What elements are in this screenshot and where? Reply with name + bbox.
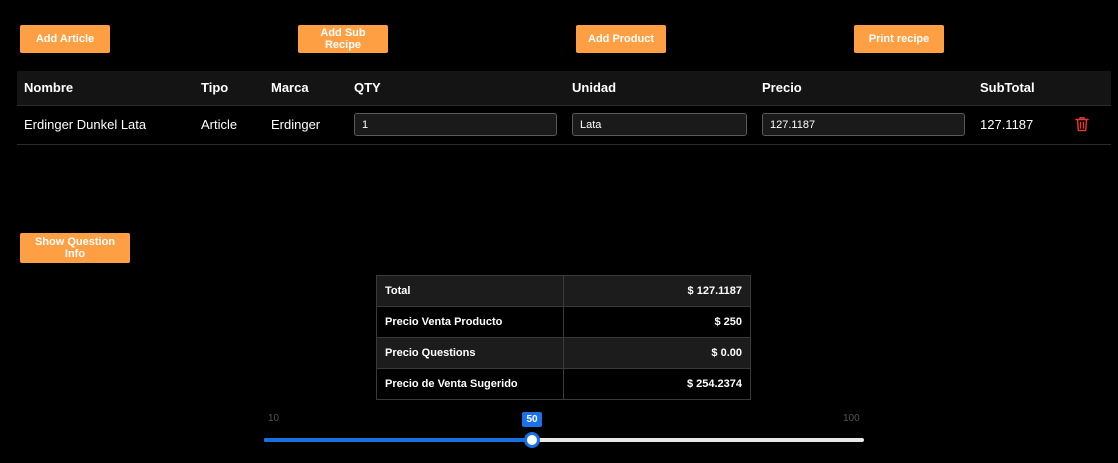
column-header-precio: Precio <box>762 80 802 95</box>
slider-value-bubble: 50 <box>522 412 542 427</box>
slider-fill <box>264 438 532 442</box>
summary-value: $ 250 <box>563 306 751 338</box>
summary-value: $ 254.2374 <box>563 368 751 400</box>
column-header-unidad: Unidad <box>572 80 617 95</box>
slider-min-label: 10 <box>268 413 280 424</box>
summary-row-precio-venta-sugerido: Precio de Venta Sugerido $ 254.2374 <box>376 368 751 400</box>
cell-nombre: Erdinger Dunkel Lata <box>24 117 147 132</box>
table-row: Erdinger Dunkel Lata Article Erdinger 12… <box>17 105 1111 145</box>
slider-max-label: 100 <box>843 413 860 424</box>
summary-label: Total <box>376 275 564 307</box>
cell-tipo: Article <box>201 117 238 132</box>
print-recipe-button[interactable]: Print recipe <box>854 25 944 53</box>
summary-label: Precio de Venta Sugerido <box>376 368 564 400</box>
summary-value: $ 127.1187 <box>563 275 751 307</box>
column-header-subtotal: SubTotal <box>980 80 1035 95</box>
column-header-qty: QTY <box>354 80 381 95</box>
summary-row-precio-questions: Precio Questions $ 0.00 <box>376 337 751 369</box>
price-summary-table: Total $ 127.1187 Precio Venta Producto $… <box>376 275 751 400</box>
cell-subtotal: 127.1187 <box>980 117 1034 132</box>
summary-row-total: Total $ 127.1187 <box>376 275 751 307</box>
summary-label: Precio Venta Producto <box>376 306 564 338</box>
cell-marca: Erdinger <box>271 117 321 132</box>
column-header-marca: Marca <box>271 80 309 95</box>
precio-input[interactable] <box>762 113 965 136</box>
add-article-button[interactable]: Add Article <box>20 25 110 53</box>
show-question-info-button[interactable]: Show Question Info <box>20 233 130 263</box>
summary-row-precio-venta-producto: Precio Venta Producto $ 250 <box>376 306 751 338</box>
add-sub-recipe-button[interactable]: Add Sub Recipe <box>298 25 388 53</box>
column-header-nombre: Nombre <box>24 80 74 95</box>
add-product-button[interactable]: Add Product <box>576 25 666 53</box>
table-header: Nombre Tipo Marca QTY Unidad Precio SubT… <box>17 71 1111 106</box>
slider-thumb[interactable] <box>524 432 540 448</box>
column-header-tipo: Tipo <box>201 80 229 95</box>
unidad-input[interactable] <box>572 113 747 136</box>
summary-label: Precio Questions <box>376 337 564 369</box>
summary-value: $ 0.00 <box>563 337 751 369</box>
trash-icon[interactable] <box>1075 116 1089 132</box>
qty-input[interactable] <box>354 113 557 136</box>
